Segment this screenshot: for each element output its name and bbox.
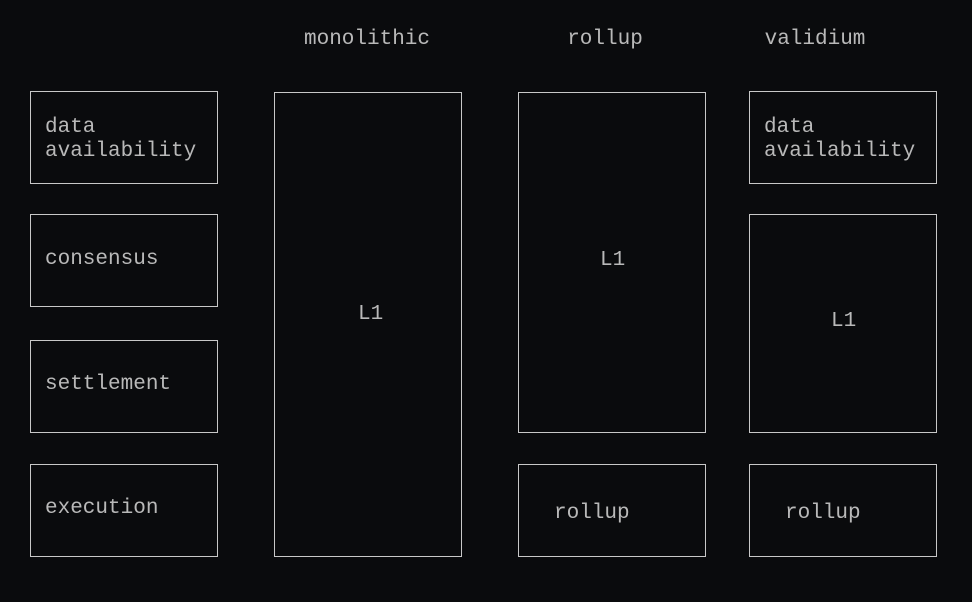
validium-l1-label: L1 (831, 310, 857, 333)
layer-consensus-label: consensus (45, 248, 159, 271)
column-header-rollup: rollup (567, 28, 643, 51)
layer-execution-label: execution (45, 497, 159, 520)
layer-settlement-label: settlement (45, 373, 172, 396)
layer-data-availability-label: data availability (45, 116, 197, 163)
column-header-monolithic: monolithic (303, 28, 431, 51)
column-header-validium: validium (764, 28, 866, 51)
monolithic-l1-label: L1 (358, 303, 384, 326)
rollup-rollup-label: rollup (554, 502, 630, 525)
validium-da-label: data availability (764, 116, 916, 163)
validium-rollup-label: rollup (785, 502, 861, 525)
rollup-l1-label: L1 (600, 249, 626, 272)
